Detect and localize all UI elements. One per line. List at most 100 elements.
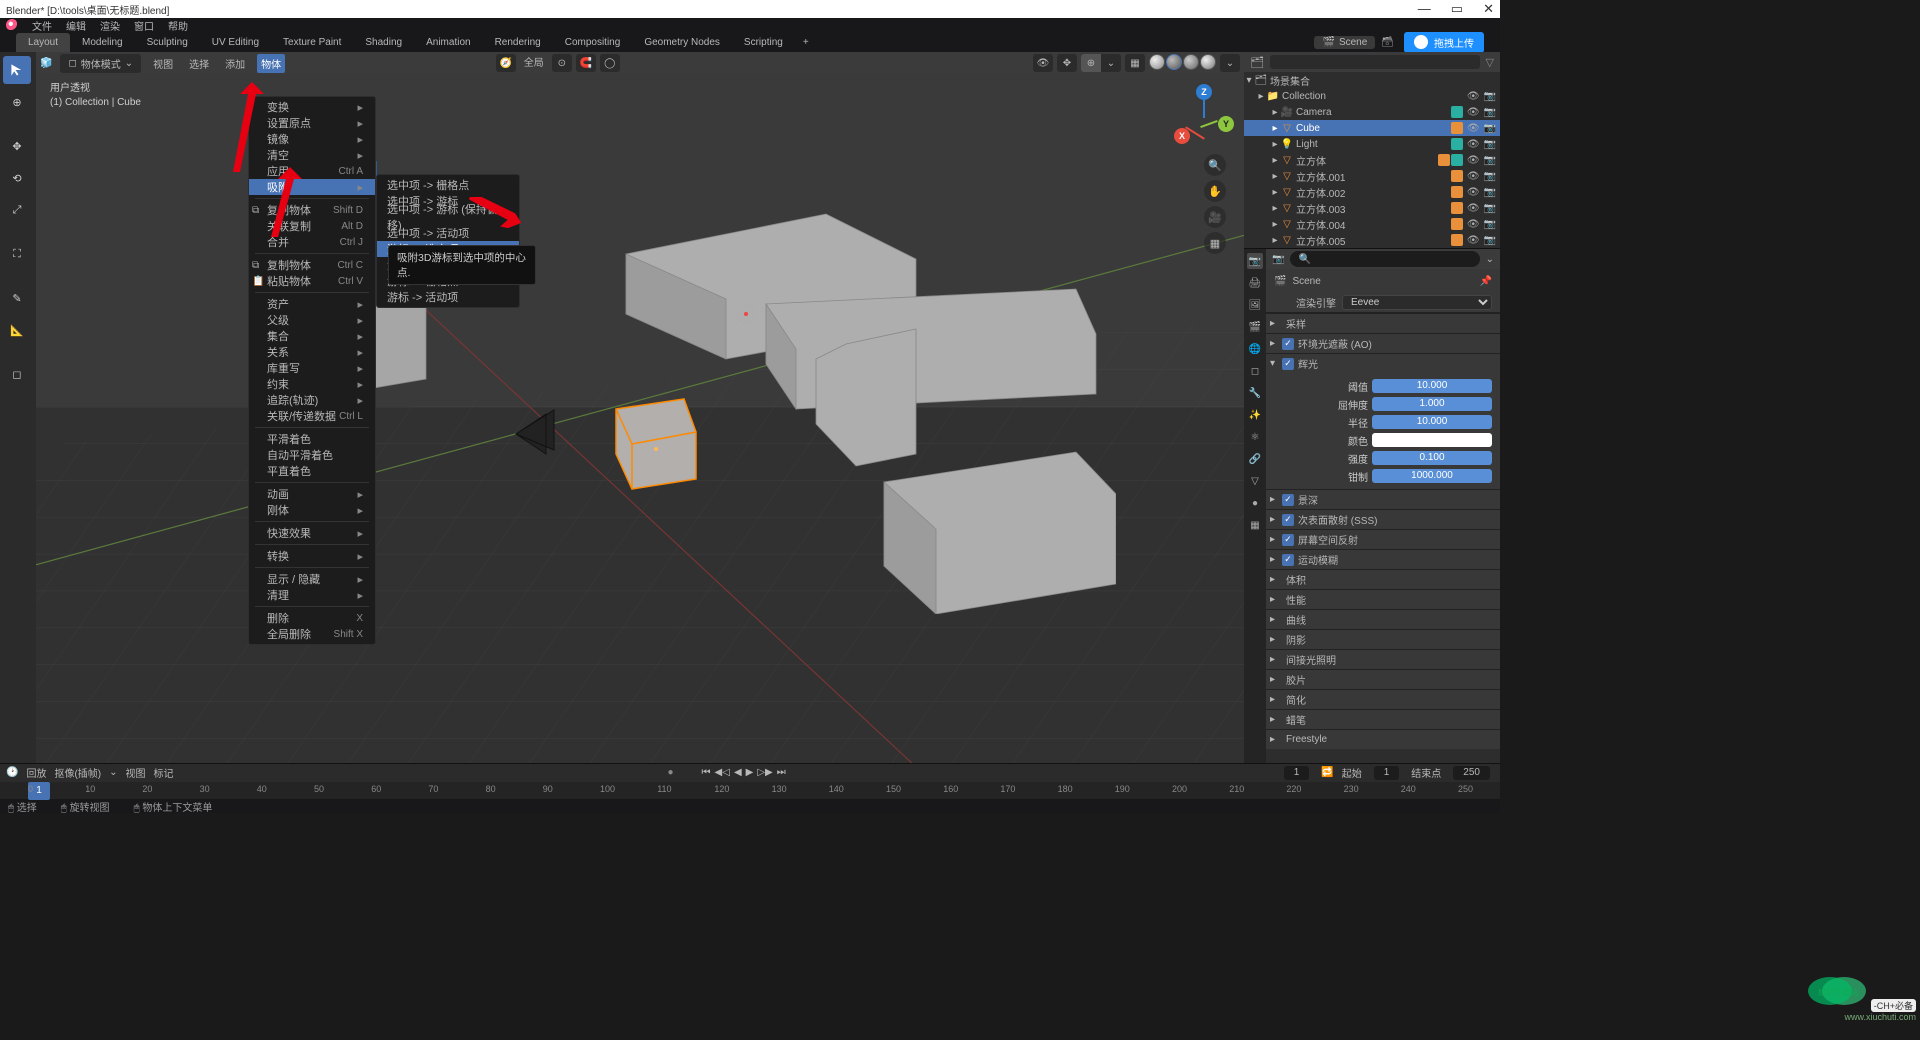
scale-tool[interactable]: ⤢ (3, 196, 31, 224)
menu-item[interactable]: 设置原点▸ (249, 115, 375, 131)
close-button[interactable]: ✕ (1483, 1, 1494, 17)
timeline-menu[interactable]: 回放 (26, 765, 46, 780)
checkbox-icon[interactable]: ✓ (1282, 358, 1294, 370)
property-section-toggle[interactable]: ▸采样 (1266, 313, 1500, 333)
minimize-button[interactable]: — (1418, 1, 1431, 17)
checkbox-icon[interactable]: ✓ (1282, 514, 1294, 526)
workspace-tab[interactable]: Modeling (70, 33, 135, 52)
scene-collection-row[interactable]: ▾🗂 场景集合 (1244, 72, 1500, 88)
matpreview-shade[interactable] (1183, 54, 1199, 70)
add-workspace-button[interactable]: + (795, 37, 817, 48)
timeline-menu[interactable]: 标记 (154, 765, 174, 780)
file-menu-item[interactable]: 渲染 (100, 18, 120, 33)
menu-item[interactable]: 集合▸ (249, 328, 375, 344)
autokey-icon[interactable]: ● (668, 767, 674, 778)
orientation-label[interactable]: 全局 (520, 54, 548, 72)
filter-icon[interactable]: 👁 (1033, 54, 1053, 72)
shading-dropdown[interactable]: ⌄ (1220, 54, 1240, 72)
viewport-menu-add[interactable]: 添加 (221, 54, 249, 73)
play-rev-icon[interactable]: ◀ (734, 767, 742, 778)
property-section-toggle[interactable]: ▸体积 (1266, 569, 1500, 589)
axis-x[interactable]: X (1174, 128, 1190, 144)
particle-tab-icon[interactable]: ✨ (1247, 407, 1263, 423)
menu-item[interactable]: 删除X (249, 610, 375, 626)
filter-icon[interactable]: ▽ (1486, 56, 1494, 69)
viewport-menu-object[interactable]: 物体 (257, 54, 285, 73)
scene-selector[interactable]: 🎬 Scene (1314, 36, 1375, 49)
workspace-tab[interactable]: Texture Paint (271, 33, 353, 52)
properties-search[interactable]: 🔍 (1290, 251, 1479, 267)
outliner-row[interactable]: ▸▽立方体.003👁📷 (1244, 200, 1500, 216)
property-section-toggle[interactable]: ▸间接光照明 (1266, 649, 1500, 669)
transform-tool[interactable]: ⛶ (3, 240, 31, 268)
xray-icon[interactable]: ▦ (1125, 54, 1145, 72)
file-menu-item[interactable]: 窗口 (134, 18, 154, 33)
outliner-row[interactable]: ▸💡Light👁📷 (1244, 136, 1500, 152)
workspace-tab[interactable]: Animation (414, 33, 482, 52)
outliner-row[interactable]: ▸▽立方体.005👁📷 (1244, 232, 1500, 248)
file-menu-item[interactable]: 编辑 (66, 18, 86, 33)
scene-name-label[interactable]: Scene (1292, 276, 1320, 287)
menu-item[interactable]: 快速效果▸ (249, 525, 375, 541)
color-swatch[interactable] (1372, 433, 1492, 447)
measure-tool[interactable]: 📐 (3, 316, 31, 344)
menu-item[interactable]: 清理▸ (249, 587, 375, 603)
viewport-menu-select[interactable]: 选择 (185, 54, 213, 73)
workspace-tab[interactable]: Compositing (553, 33, 633, 52)
menu-item[interactable]: 变换▸ (249, 99, 375, 115)
file-menu-item[interactable]: 帮助 (168, 18, 188, 33)
select-tool[interactable] (3, 56, 31, 84)
maximize-button[interactable]: ▭ (1451, 1, 1463, 17)
range-icon[interactable]: 🔁 (1321, 767, 1333, 778)
workspace-tab[interactable]: UV Editing (200, 33, 271, 52)
timeline-menu[interactable]: 视图 (126, 765, 146, 780)
menu-item[interactable]: 动画▸ (249, 486, 375, 502)
workspace-tab[interactable]: Scripting (732, 33, 795, 52)
outliner-search[interactable] (1270, 55, 1480, 69)
outliner-row[interactable]: ▸📁Collection👁📷 (1244, 88, 1500, 104)
viewlayer-tab-icon[interactable]: 🖼 (1247, 297, 1263, 313)
property-section-toggle[interactable]: ▸曲线 (1266, 609, 1500, 629)
pin-icon[interactable]: 📌 (1480, 276, 1492, 287)
menu-item[interactable]: 显示 / 隐藏▸ (249, 571, 375, 587)
cursor-tool[interactable]: ⊕ (3, 88, 31, 116)
menu-item[interactable]: 📋粘贴物体Ctrl V (249, 273, 375, 289)
workspace-tab[interactable]: Shading (353, 33, 414, 52)
material-tab-icon[interactable]: ● (1247, 495, 1263, 511)
pivot-icon[interactable]: ⊙ (552, 54, 572, 72)
outliner-icon[interactable]: 🗂 (1250, 56, 1264, 69)
axis-y[interactable]: Y (1218, 116, 1234, 132)
outliner-tree[interactable]: ▾🗂 场景集合 ▸📁Collection👁📷▸🎥Camera👁📷▸▽Cube👁📷… (1244, 72, 1500, 248)
menu-item[interactable]: ⧉复制物体Ctrl C (249, 257, 375, 273)
numeric-field[interactable]: 10.000 (1372, 415, 1492, 429)
property-section-toggle[interactable]: ▸✓ 屏幕空间反射 (1266, 529, 1500, 549)
object-tab-icon[interactable]: ◻ (1247, 363, 1263, 379)
menu-item[interactable]: 平滑着色 (249, 431, 375, 447)
texture-tab-icon[interactable]: ▦ (1247, 517, 1263, 533)
menu-item[interactable]: 平直着色 (249, 463, 375, 479)
viewport-3d[interactable]: 🧊 ◻ 物体模式 ⌄ 视图 选择 添加 物体 🧭 全局 ⊙ 🧲 ◯ 👁 ✥ ⊕⌄ (36, 52, 1244, 763)
outliner-row[interactable]: ▸▽立方体.002👁📷 (1244, 184, 1500, 200)
pan-button[interactable]: ✋ (1204, 180, 1226, 202)
outliner-row[interactable]: ▸▽立方体.004👁📷 (1244, 216, 1500, 232)
property-section-toggle[interactable]: ▸✓ 次表面散射 (SSS) (1266, 509, 1500, 529)
overlay-toggle[interactable]: ⊕⌄ (1081, 54, 1121, 72)
property-section-toggle[interactable]: ▸✓ 运动模糊 (1266, 549, 1500, 569)
proportional-edit-icon[interactable]: ◯ (600, 54, 620, 72)
numeric-field[interactable]: 10.000 (1372, 379, 1492, 393)
persp-button[interactable]: ▦ (1204, 232, 1226, 254)
outliner-row[interactable]: ▸🎥Camera👁📷 (1244, 104, 1500, 120)
constraint-tab-icon[interactable]: 🔗 (1247, 451, 1263, 467)
menu-item[interactable]: 父级▸ (249, 312, 375, 328)
menu-item[interactable]: 自动平滑着色 (249, 447, 375, 463)
checkbox-icon[interactable]: ✓ (1282, 554, 1294, 566)
nav-gizmo[interactable]: Z Y X (1176, 88, 1230, 142)
start-frame[interactable]: 1 (1374, 766, 1400, 780)
annotate-tool[interactable]: ✎ (3, 284, 31, 312)
menu-item[interactable]: 关系▸ (249, 344, 375, 360)
scene-tab-icon[interactable]: 🎬 (1247, 319, 1263, 335)
timeline-icon[interactable]: 🕑 (6, 767, 18, 778)
viewlayer-icon[interactable]: 🗃 (1381, 37, 1394, 48)
workspace-tab[interactable]: Sculpting (135, 33, 200, 52)
outliner-row[interactable]: ▸▽立方体👁📷 (1244, 152, 1500, 168)
